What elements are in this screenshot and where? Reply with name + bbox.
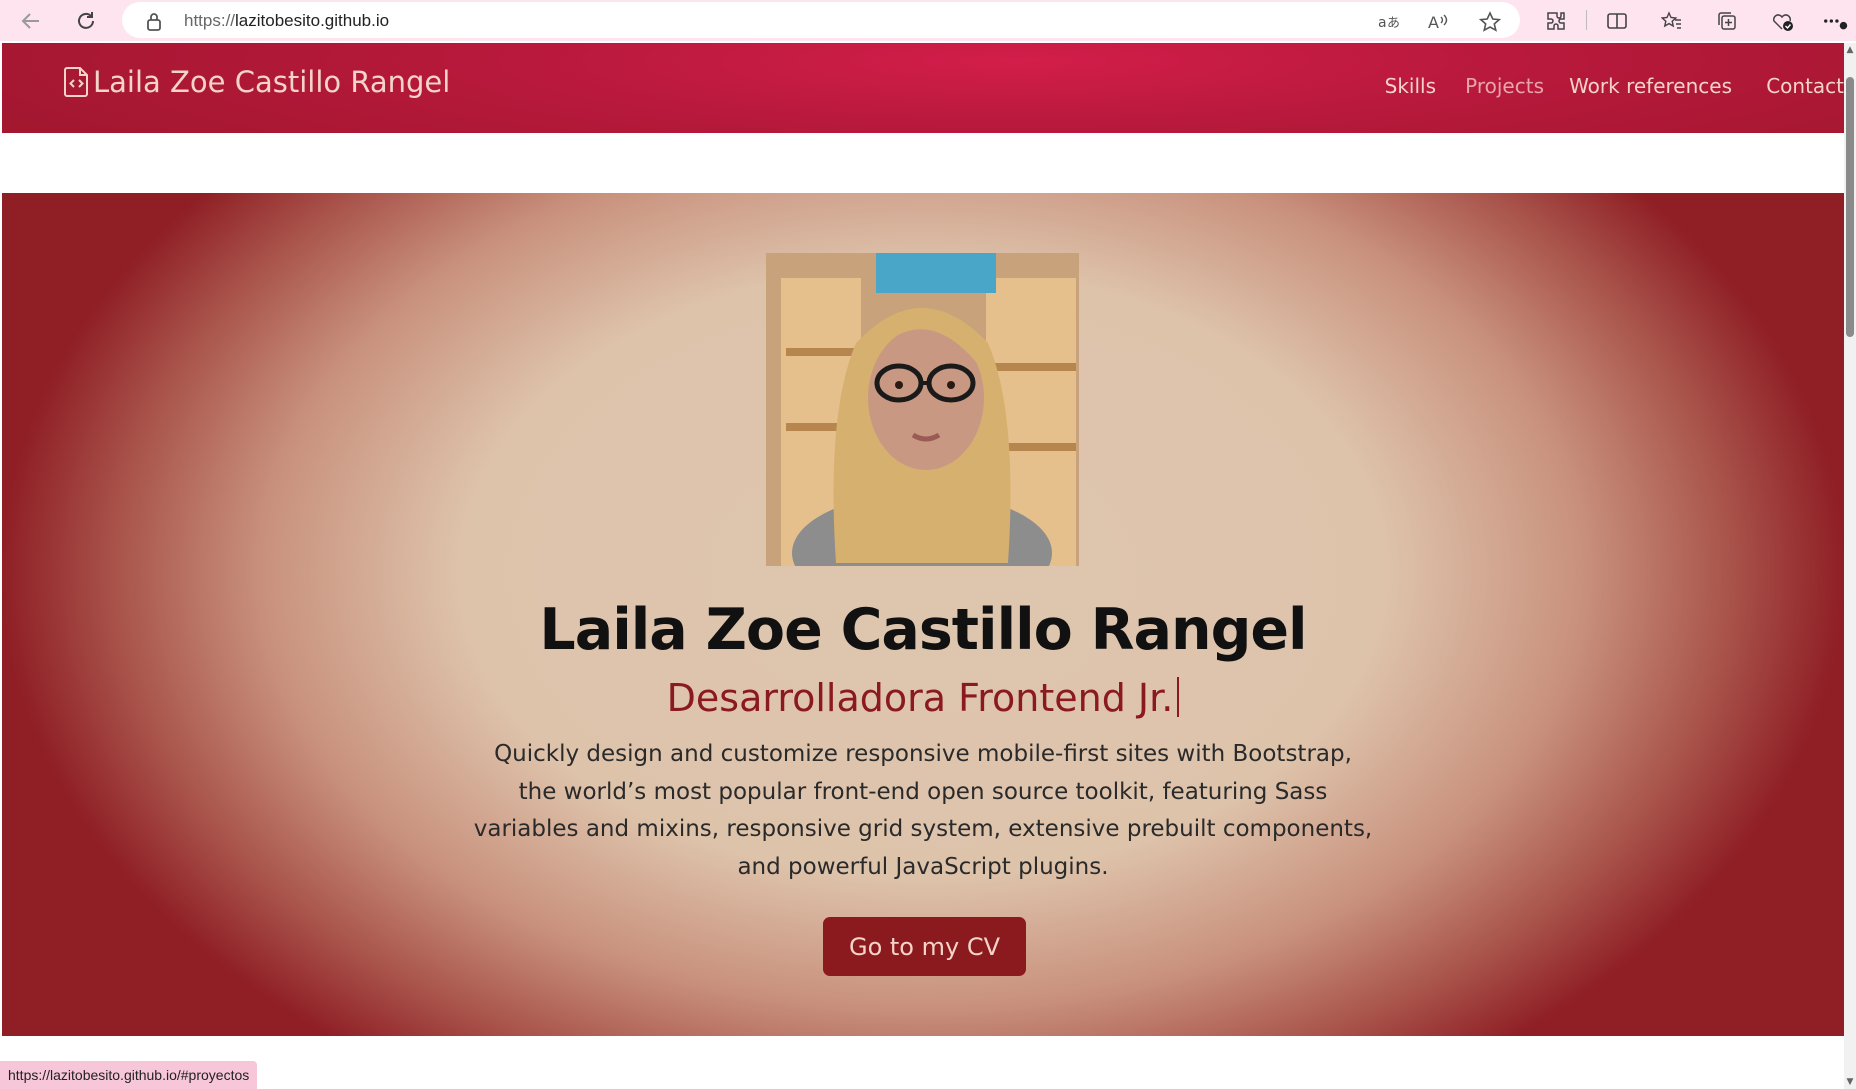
go-to-cv-button[interactable]: Go to my CV (823, 917, 1026, 976)
translate-icon[interactable]: aあ (1376, 10, 1400, 34)
back-icon[interactable] (16, 6, 46, 36)
scroll-down-icon[interactable]: ▼ (1845, 1077, 1855, 1087)
hero-name: Laila Zoe Castillo Rangel (539, 597, 1307, 663)
scroll-up-icon[interactable]: ▲ (1845, 45, 1855, 55)
address-bar[interactable]: https://lazitobesito.github.io aあ A (122, 2, 1520, 38)
brand-name[interactable]: Laila Zoe Castillo Rangel (93, 65, 450, 99)
link-status-tooltip: https://lazitobesito.github.io/#proyecto… (0, 1061, 258, 1089)
refresh-icon[interactable] (71, 6, 101, 36)
nav-link-contact[interactable]: Contact (1766, 74, 1844, 98)
hero-description: Quickly design and customize responsive … (473, 741, 1373, 880)
site-brand[interactable]: Laila Zoe Castillo Rangel (64, 65, 450, 99)
typing-caret (1177, 677, 1180, 717)
split-screen-icon[interactable] (1603, 7, 1631, 35)
hero-role-text: Desarrolladora Frontend Jr. (666, 676, 1174, 720)
favorites-icon[interactable] (1658, 7, 1686, 35)
svg-text:A: A (1428, 13, 1439, 32)
browser-essentials-icon[interactable] (1768, 7, 1796, 35)
svg-text:あ: あ (1387, 16, 1399, 31)
svg-text:a: a (1378, 15, 1387, 31)
code-file-icon (64, 67, 88, 97)
profile-photo (766, 253, 1079, 566)
favorite-star-icon[interactable] (1478, 10, 1502, 34)
nav-link-skills[interactable]: Skills (1385, 74, 1436, 98)
scroll-thumb[interactable] (1846, 77, 1854, 337)
hero-section: Laila Zoe Castillo Rangel Desarrolladora… (2, 193, 1844, 1036)
extensions-icon[interactable] (1542, 7, 1570, 35)
hero-role: Desarrolladora Frontend Jr. (2, 676, 1844, 720)
read-aloud-icon[interactable]: A (1426, 10, 1450, 34)
lock-icon[interactable] (142, 10, 166, 34)
url-text[interactable]: https://lazitobesito.github.io (184, 11, 389, 31)
browser-toolbar: https://lazitobesito.github.io aあ A (0, 0, 1856, 41)
site-navbar: Laila Zoe Castillo Rangel Skills Project… (2, 43, 1844, 133)
toolbar-divider (1586, 10, 1587, 30)
web-page: Laila Zoe Castillo Rangel Skills Project… (2, 43, 1844, 1089)
collections-icon[interactable] (1713, 7, 1741, 35)
nav-link-projects[interactable]: Projects (1465, 74, 1544, 98)
page-scrollbar[interactable]: ▲ ▼ (1844, 43, 1856, 1089)
nav-link-work-references[interactable]: Work references (1569, 74, 1732, 98)
more-icon[interactable] (1822, 7, 1850, 35)
